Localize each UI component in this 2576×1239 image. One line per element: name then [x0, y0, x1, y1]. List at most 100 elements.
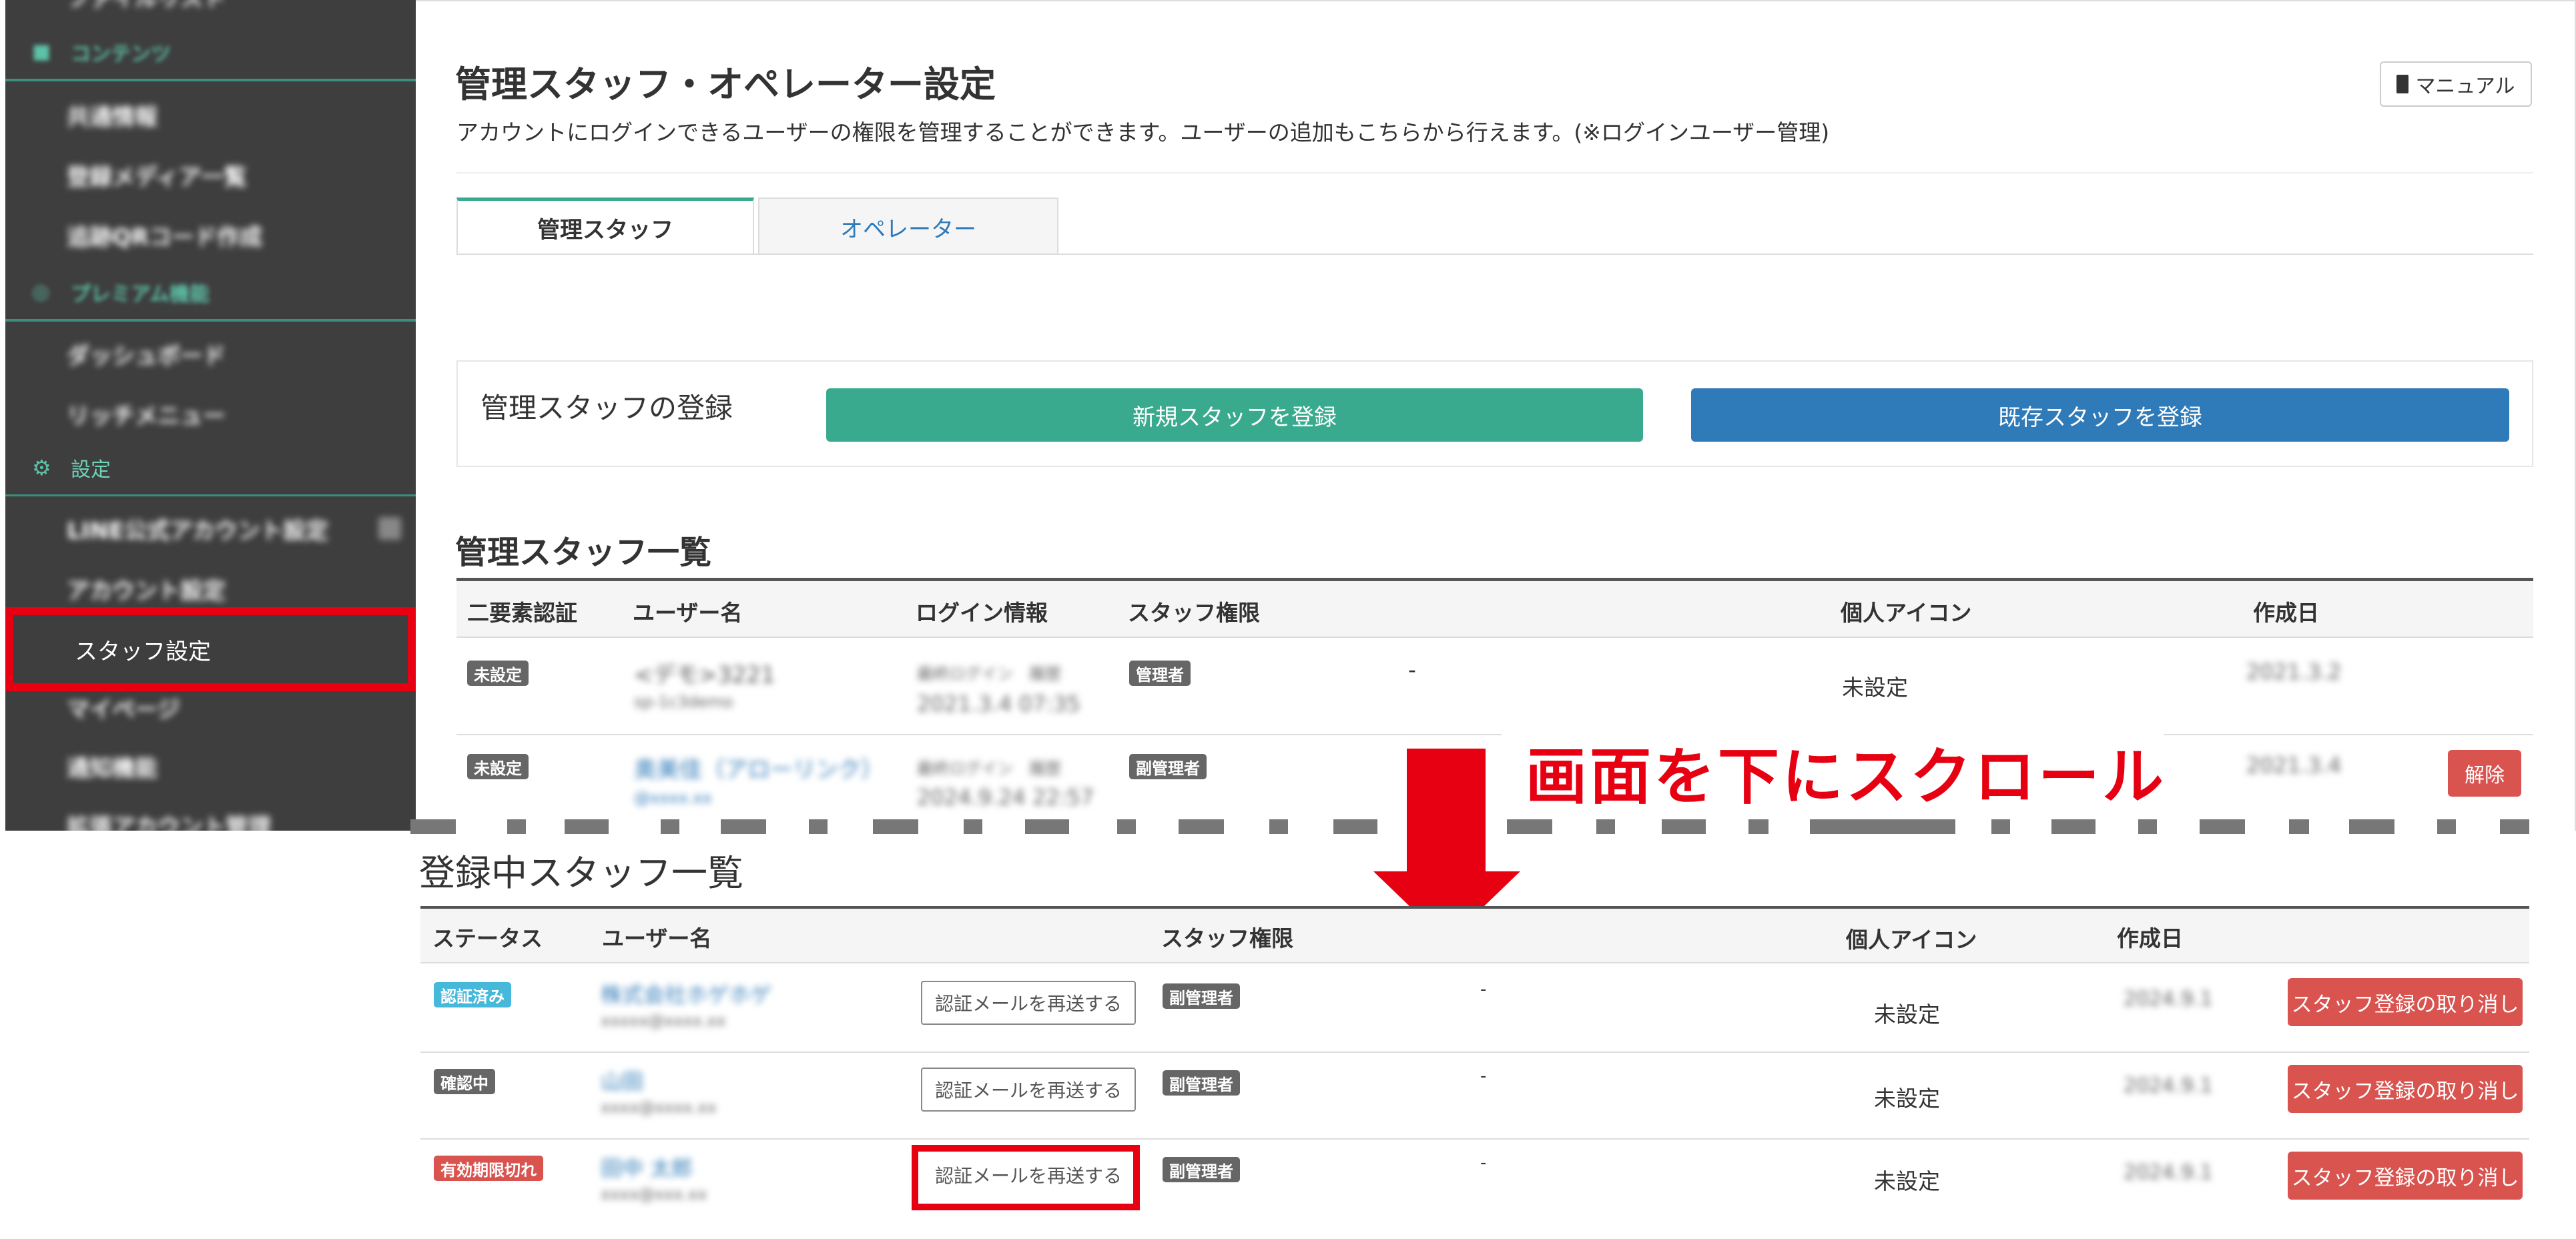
icon-status: 未設定	[1842, 675, 1908, 701]
sidebar-item-file-list[interactable]: ファイルリスト	[5, 0, 416, 25]
manual-button-label: マニュアル	[2415, 75, 2515, 98]
icon-status: 未設定	[1874, 1086, 1940, 1112]
column-header: 個人アイコン	[1841, 600, 1972, 626]
cell-dash: -	[1408, 657, 1416, 683]
cell-dash: -	[1480, 979, 1487, 999]
tab-staff[interactable]: 管理スタッフ	[456, 197, 754, 255]
staff-list-title: 管理スタッフ一覧	[455, 534, 712, 571]
user-sub: @xxxx.xx	[634, 789, 712, 807]
column-header: 個人アイコン	[1846, 927, 1977, 953]
tab-label: 管理スタッフ	[537, 217, 673, 244]
username-link[interactable]: 田中 太郎	[601, 1152, 693, 1182]
role-badge: 副管理者	[1163, 983, 1240, 1009]
role-badge: 管理者	[1129, 661, 1191, 686]
login-time: 2021.3.4 07:35	[917, 691, 1080, 717]
role-badge: 副管理者	[1163, 1070, 1240, 1096]
cell-dash: -	[1480, 1153, 1487, 1173]
row-divider	[420, 1138, 2529, 1140]
highlight-box	[912, 1145, 1140, 1210]
sidebar-item-extended-accounts[interactable]: 拡張アカウント管理	[5, 795, 416, 831]
column-header: スタッフ権限	[1128, 600, 1260, 626]
staff-table-header	[456, 578, 2533, 638]
premium-icon: ◎	[32, 280, 50, 304]
cancel-registration-button[interactable]: スタッフ登録の取り消し	[2288, 1152, 2523, 1200]
status-badge: 確認中	[434, 1069, 495, 1094]
sidebar-item-media-list[interactable]: 登録メディア一覧	[5, 145, 416, 204]
sidebar-section-content[interactable]: ■ コンテンツ	[5, 25, 416, 81]
existing-staff-button[interactable]: 既存スタッフを登録	[1691, 388, 2509, 442]
registered-table-header	[420, 906, 2529, 963]
created-date: 2024.9.1	[2124, 987, 2213, 1011]
column-header: 作成日	[2253, 600, 2319, 626]
sidebar-item-label: LINE公式アカウント設定	[67, 517, 328, 544]
folder-icon: ■	[32, 40, 51, 63]
two-factor-badge: 未設定	[467, 754, 529, 779]
sidebar-item-qr-code[interactable]: 追跡QRコード作成	[5, 205, 416, 264]
status-badge: 有効期限切れ	[434, 1156, 543, 1181]
column-header: ユーザー名	[633, 600, 743, 626]
scroll-annotation: 画面を下にスクロール	[1526, 741, 2167, 813]
divider	[456, 172, 2533, 173]
release-button[interactable]: 解除	[2448, 750, 2521, 797]
role-badge: 副管理者	[1163, 1157, 1240, 1182]
login-label: 最終ログイン 履歴	[917, 759, 1061, 778]
tab-underline	[456, 254, 2533, 255]
username-link[interactable]: 山田	[601, 1065, 643, 1096]
page-title: 管理スタッフ・オペレーター設定	[455, 63, 996, 105]
column-header: ユーザー名	[602, 925, 712, 951]
sidebar-item-line-settings[interactable]: LINE公式アカウント設定	[5, 499, 416, 558]
created-date: 2021.3.4	[2246, 753, 2342, 778]
gear-icon: ⚙	[32, 454, 51, 480]
external-link-icon	[378, 517, 401, 540]
sidebar-item-common-info[interactable]: 共通情報	[5, 85, 416, 144]
new-staff-button[interactable]: 新規スタッフを登録	[826, 388, 1643, 442]
column-header: スタッフ権限	[1161, 925, 1293, 951]
column-header: ログイン情報	[916, 600, 1048, 626]
page-subtitle: アカウントにログインできるユーザーの権限を管理することができます。ユーザーの追加…	[456, 119, 1830, 145]
sidebar-item-notifications[interactable]: 通知機能	[5, 737, 416, 795]
user-sub: xxxx@xxx.xx	[601, 1185, 707, 1204]
sidebar-item-rich-menu[interactable]: リッチメニュー	[5, 384, 416, 443]
sidebar-section-premium[interactable]: ◎ プレミアム機能	[5, 266, 416, 322]
sidebar-section-label: コンテンツ	[71, 43, 171, 66]
username-link[interactable]: 奥美佳（アローリンク）	[634, 751, 884, 784]
username-link[interactable]: 株式会社ホゲホゲ	[601, 978, 771, 1009]
user-sub: xxxx@xxxx.xx	[601, 1098, 717, 1117]
user-sub: sp-1c3demo	[634, 693, 733, 711]
created-date: 2024.9.1	[2124, 1074, 2213, 1098]
column-header: 二要素認証	[467, 600, 577, 626]
login-label: 最終ログイン 履歴	[917, 665, 1061, 683]
cell-dash: -	[1480, 1066, 1487, 1086]
sidebar-section-settings[interactable]: ⚙ 設定	[5, 440, 416, 496]
two-factor-badge: 未設定	[467, 661, 529, 686]
created-date: 2021.3.2	[2246, 659, 2342, 685]
registered-list-title: 登録中スタッフ一覧	[419, 852, 743, 894]
icon-status: 未設定	[1874, 1168, 1940, 1194]
sidebar-section-label: プレミアム機能	[71, 283, 210, 306]
resend-email-button[interactable]: 認証メールを再送する	[921, 981, 1136, 1025]
tab-operator[interactable]: オペレーター	[758, 197, 1058, 255]
row-divider	[456, 734, 2533, 735]
user-sub: xxxxx@xxxx.xx	[601, 1011, 726, 1030]
sidebar: ファイルリスト ■ コンテンツ 共通情報 登録メディア一覧 追跡QRコード作成 …	[5, 0, 416, 831]
status-badge: 認証済み	[434, 982, 511, 1007]
column-header: ステータス	[432, 925, 543, 951]
tab-label: オペレーター	[840, 216, 976, 243]
icon-status: 未設定	[1874, 1001, 1940, 1027]
register-label: 管理スタッフの登録	[480, 392, 733, 424]
down-arrow-icon	[1407, 749, 1486, 873]
book-icon	[2396, 75, 2409, 93]
sidebar-item-dashboard[interactable]: ダッシュボード	[5, 324, 416, 383]
cancel-registration-button[interactable]: スタッフ登録の取り消し	[2288, 1065, 2523, 1113]
sidebar-item-label: スタッフ設定	[75, 638, 211, 665]
role-badge: 副管理者	[1129, 754, 1207, 779]
resend-email-button[interactable]: 認証メールを再送する	[921, 1068, 1136, 1112]
column-header: 作成日	[2117, 925, 2183, 951]
manual-button[interactable]: マニュアル	[2380, 61, 2532, 107]
username: <デモ>3221	[634, 662, 775, 689]
created-date: 2024.9.1	[2124, 1161, 2213, 1184]
sidebar-item-my-page[interactable]: マイページ	[5, 678, 416, 737]
sidebar-section-label: 設定	[71, 458, 111, 482]
login-time: 2024.9.24 22:57	[917, 785, 1094, 810]
cancel-registration-button[interactable]: スタッフ登録の取り消し	[2288, 978, 2523, 1026]
